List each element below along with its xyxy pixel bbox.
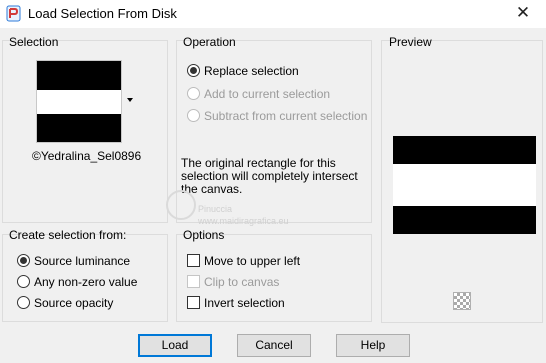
checkbox-label: Clip to canvas xyxy=(204,275,280,289)
create-from-group-label: Create selection from: xyxy=(9,228,127,242)
preview-white-band xyxy=(393,164,536,206)
watermark: Pinuccia www.maidiragrafica.eu xyxy=(166,186,336,236)
radio-label: Add to current selection xyxy=(204,87,331,101)
radio-label: Source luminance xyxy=(34,254,131,268)
selection-thumbnail[interactable] xyxy=(36,60,122,143)
thumbnail-bottom-band xyxy=(37,114,121,142)
watermark-logo-icon xyxy=(166,190,196,220)
radio-label: Any non-zero value xyxy=(34,275,138,289)
radio-label: Source opacity xyxy=(34,296,114,310)
radio-label: Replace selection xyxy=(204,64,299,78)
radio-label: Subtract from current selection xyxy=(204,109,368,123)
selection-file-name: ©Yedralina_Sel0896 xyxy=(32,149,142,163)
preview-group-label: Preview xyxy=(389,35,432,49)
checkbox[interactable] xyxy=(187,296,200,309)
checkbox[interactable] xyxy=(187,254,200,267)
checkbox-label: Invert selection xyxy=(204,296,285,310)
cancel-button[interactable]: Cancel xyxy=(237,334,311,357)
watermark-line: www.maidiragrafica.eu xyxy=(198,216,289,226)
radio-button[interactable] xyxy=(187,87,200,100)
radio-button[interactable] xyxy=(17,296,30,309)
checkbox-label: Move to upper left xyxy=(204,254,301,268)
chevron-down-icon[interactable] xyxy=(127,98,133,102)
window-title: Load Selection From Disk xyxy=(28,6,177,21)
radio-button[interactable] xyxy=(17,254,30,267)
radio-button[interactable] xyxy=(187,64,200,77)
load-button[interactable]: Load xyxy=(138,334,212,357)
operation-group-label: Operation xyxy=(183,35,236,49)
help-button[interactable]: Help xyxy=(336,334,410,357)
selection-group-label: Selection xyxy=(9,35,59,49)
radio-button[interactable] xyxy=(17,275,30,288)
title-bar: Load Selection From Disk ✕ xyxy=(0,0,546,28)
checker-navigate-icon[interactable] xyxy=(453,292,471,310)
radio-button[interactable] xyxy=(187,109,200,122)
app-icon xyxy=(6,5,21,22)
checkbox[interactable] xyxy=(187,275,200,288)
close-button[interactable]: ✕ xyxy=(500,0,546,28)
preview-top-band xyxy=(393,136,536,164)
watermark-line: Pinuccia xyxy=(198,204,233,214)
preview-bottom-band xyxy=(393,206,536,234)
thumbnail-top-band xyxy=(37,61,121,90)
